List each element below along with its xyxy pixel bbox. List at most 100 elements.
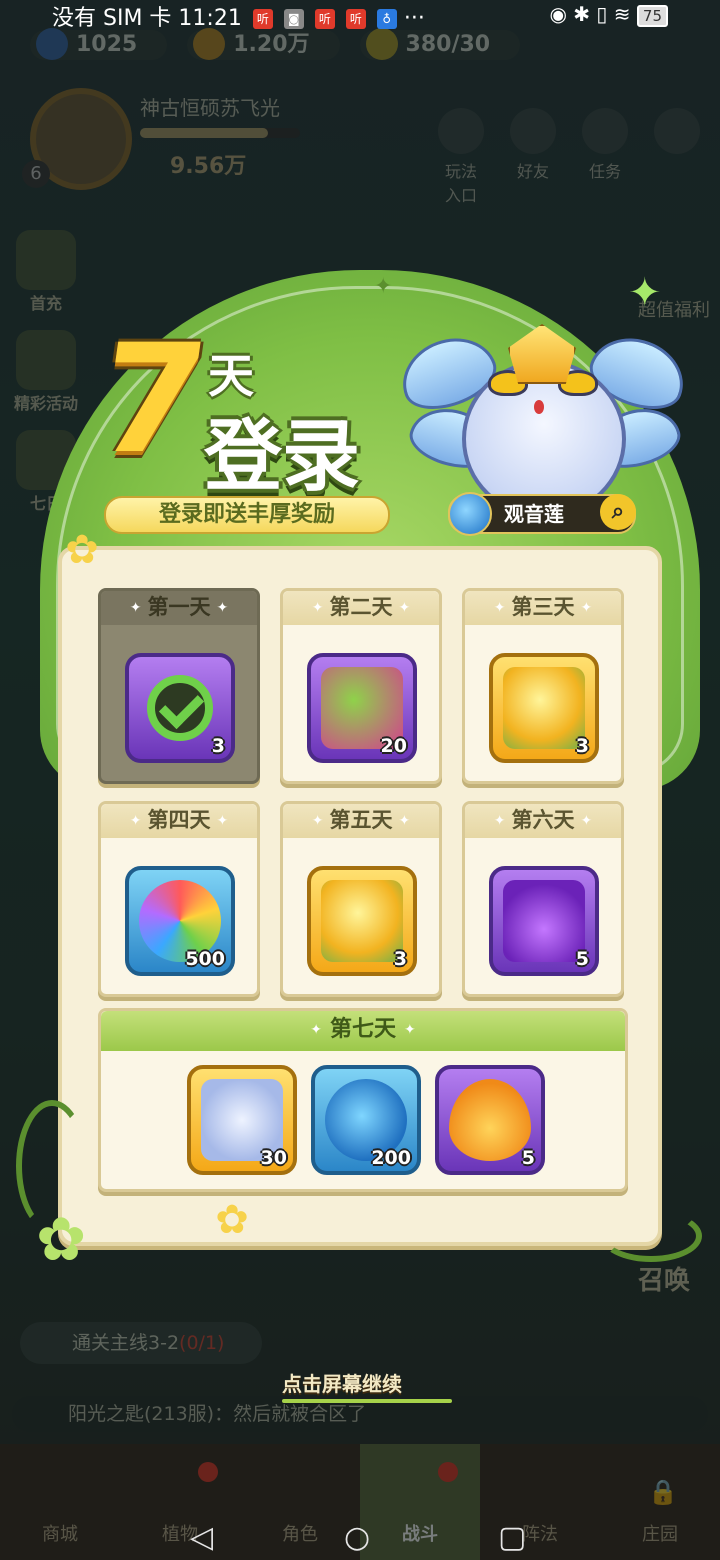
day-label: 第七天 xyxy=(101,1011,625,1051)
day-label: 第四天 xyxy=(101,804,257,838)
quest-text: 通关主线3-2 xyxy=(72,1332,180,1354)
coin-counter[interactable]: 1.20万 xyxy=(187,28,340,60)
gameplay-entry-label: 玩法入口 xyxy=(444,162,477,205)
diamond-icon xyxy=(36,28,68,60)
resource-bar: 1025 1.20万 380/30 xyxy=(30,28,521,60)
golden-seed-icon xyxy=(503,667,585,749)
status-left: 没有 SIM 卡 11:21 听 ◙ 听 听 ♁ ··· xyxy=(52,0,425,32)
reward-qty: 5 xyxy=(521,1147,535,1169)
subtitle-pill: 登录即送丰厚奖励 xyxy=(104,496,390,534)
player-power: 9.56万 xyxy=(170,154,247,179)
tasks-label: 任务 xyxy=(588,162,621,181)
settings-button[interactable] xyxy=(654,108,700,206)
player-level: 6 xyxy=(22,160,50,188)
sparkle-icon: ✦ xyxy=(374,274,393,299)
eye-icon: ◉ xyxy=(549,2,567,26)
continue-hint[interactable]: 点击屏幕继续 xyxy=(282,1368,452,1403)
reward-item[interactable]: 20 xyxy=(307,653,417,763)
reward-item[interactable]: 3 xyxy=(307,866,417,976)
status-bar: 没有 SIM 卡 11:21 听 ◙ 听 听 ♁ ··· ◉ ✱ ▯ ≋ 75 xyxy=(0,0,720,32)
battery-icon: 75 xyxy=(636,5,668,27)
seven-day-login-popup: ✦ ✦ 7 天 登录 登录即送丰厚奖励 观音莲 ⌕ 第一天 3 第二天 xyxy=(0,230,720,1290)
reward-item[interactable]: 500 xyxy=(125,866,235,976)
home-icon[interactable]: ○ xyxy=(344,1520,370,1555)
exp-bar xyxy=(140,128,300,138)
reward-item[interactable]: 5 xyxy=(489,866,599,976)
tasks-icon xyxy=(582,108,628,154)
reward-qty: 30 xyxy=(260,1147,287,1169)
vine-decoration xyxy=(600,1210,702,1262)
search-icon[interactable]: ⌕ xyxy=(600,494,636,530)
quest-count: (0/1) xyxy=(179,1332,225,1354)
day-label: 第五天 xyxy=(283,804,439,838)
diamond-value: 1025 xyxy=(76,32,138,57)
flower-icon: ✿ xyxy=(215,1197,249,1243)
reward-qty: 3 xyxy=(575,735,589,757)
quest-tracker[interactable]: 通关主线3-2(0/1) xyxy=(20,1322,262,1364)
energy-counter[interactable]: 380/30 xyxy=(359,28,521,60)
back-icon[interactable]: ◁ xyxy=(190,1520,213,1555)
notification-badge xyxy=(438,1462,458,1482)
coin-icon xyxy=(193,28,226,60)
status-right: ◉ ✱ ▯ ≋ 75 xyxy=(549,2,668,27)
reward-qty: 5 xyxy=(575,948,589,970)
reward-qty: 500 xyxy=(185,948,225,970)
golden-seed-icon xyxy=(321,880,403,962)
gameplay-entry-button[interactable]: 玩法入口 xyxy=(438,108,484,206)
gear-icon xyxy=(654,108,700,154)
reward-qty: 20 xyxy=(380,735,407,757)
reward-item[interactable]: 3 xyxy=(125,653,235,763)
day-card-7[interactable]: 第七天 30 200 5 xyxy=(98,1008,628,1192)
potion-icon xyxy=(503,880,585,962)
gallery-notification-icon: ◙ xyxy=(283,9,304,29)
wifi-icon: ≋ xyxy=(613,2,631,26)
day-label: 第三天 xyxy=(465,591,621,625)
title-login: 登录 xyxy=(204,412,361,502)
day-label: 第六天 xyxy=(465,804,621,838)
reward-qty: 200 xyxy=(371,1147,411,1169)
energy-value: 380/30 xyxy=(405,32,491,57)
gamepad-icon xyxy=(438,108,484,154)
flower-icon: ✿ xyxy=(65,527,99,573)
day-card-3[interactable]: 第三天 3 xyxy=(462,588,624,784)
flower-icon: ✿ xyxy=(36,1205,87,1275)
rewards-panel: 第一天 3 第二天 20 第三天 3 第四天 500 xyxy=(58,546,662,1246)
system-navigation: ◁ ○ ▢ xyxy=(0,1510,720,1560)
recents-icon[interactable]: ▢ xyxy=(498,1520,526,1555)
diamond-counter[interactable]: 1025 xyxy=(30,28,168,60)
lightning-icon xyxy=(365,28,398,60)
clock-text: 11:21 xyxy=(178,6,242,31)
chat-text: 阳光之匙(213服)：然后就被合区了 xyxy=(68,1403,367,1425)
day-card-6[interactable]: 第六天 5 xyxy=(462,801,624,997)
more-notifications-icon: ··· xyxy=(403,6,425,31)
lock-icon: 🔒 xyxy=(648,1478,678,1506)
amber-drop-icon xyxy=(449,1079,531,1161)
friends-button[interactable]: 好友 xyxy=(510,108,556,206)
day-label: 第二天 xyxy=(283,591,439,625)
day-card-1[interactable]: 第一天 3 xyxy=(98,588,260,784)
app-notification-icon: 听 xyxy=(345,9,366,29)
carrier-text: 没有 SIM 卡 xyxy=(52,6,172,31)
day-card-4[interactable]: 第四天 500 xyxy=(98,801,260,997)
reward-item[interactable]: 200 xyxy=(311,1065,421,1175)
friends-icon xyxy=(510,108,556,154)
vibrate-icon: ▯ xyxy=(596,2,608,26)
reward-item[interactable]: 3 xyxy=(489,653,599,763)
player-name: 神古恒硕苏飞光 xyxy=(140,96,280,120)
check-icon xyxy=(147,675,213,741)
app-notification-icon: 听 xyxy=(314,9,335,29)
day-card-2[interactable]: 第二天 20 xyxy=(280,588,442,784)
hero-name-tag[interactable]: 观音莲 ⌕ xyxy=(448,492,636,536)
hero-name: 观音莲 xyxy=(504,502,564,526)
app-notification-icon: 听 xyxy=(252,9,273,29)
day-label: 第一天 xyxy=(101,591,257,625)
day-card-5[interactable]: 第五天 3 xyxy=(280,801,442,997)
title-number: 7 xyxy=(87,313,217,487)
bulb-notification-icon: ♁ xyxy=(376,9,397,29)
reward-item[interactable]: 5 xyxy=(435,1065,545,1175)
reward-qty: 3 xyxy=(393,948,407,970)
bluetooth-icon: ✱ xyxy=(573,2,591,26)
reward-qty: 3 xyxy=(211,735,225,757)
reward-item[interactable]: 30 xyxy=(187,1065,297,1175)
tasks-button[interactable]: 任务 xyxy=(582,108,628,206)
